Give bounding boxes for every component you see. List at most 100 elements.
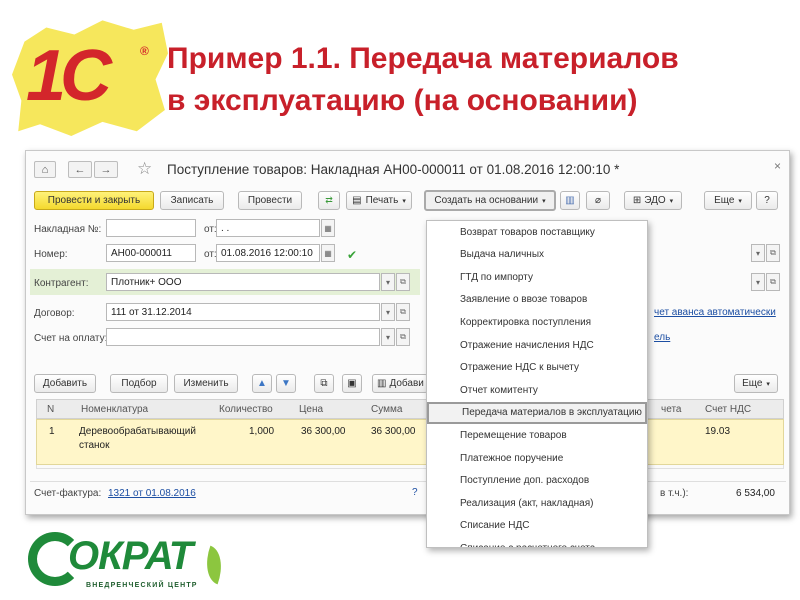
contract-field[interactable]: 111 от 31.12.2014	[106, 303, 380, 321]
table-more-button[interactable]: Еще ▾	[734, 374, 778, 393]
menu-item[interactable]: Платежное поручение	[427, 447, 647, 469]
sokrat-logo: ОКРАТ ВНЕДРЕНЧЕСКИЙ ЦЕНТР	[28, 528, 230, 596]
menu-item[interactable]: Реализация (акт, накладная)	[427, 492, 647, 514]
help-icon[interactable]: ?	[412, 487, 418, 498]
invoice-footer-label: Счет-фактура:	[34, 488, 102, 499]
payment-account-field[interactable]	[106, 328, 380, 346]
close-icon[interactable]: ×	[774, 159, 781, 173]
chevron-down-icon: ▾	[542, 197, 546, 205]
menu-item[interactable]: Заявление о ввозе товаров	[427, 289, 647, 311]
copy-icon[interactable]: ⧉	[314, 374, 334, 393]
row-item-line1: Деревообрабатывающий	[79, 426, 196, 437]
post-button[interactable]: Провести	[238, 191, 302, 210]
menu-item[interactable]: Перемещение товаров	[427, 424, 647, 446]
chevron-down-icon: ▾	[766, 380, 770, 388]
open-icon[interactable]: ⧉	[396, 273, 410, 291]
column-header-sum[interactable]: Сумма	[371, 404, 402, 415]
dropdown-icon[interactable]: ▾	[751, 244, 765, 262]
auto-advance-link[interactable]: чет аванса автоматически	[654, 307, 776, 318]
create-based-on-menu: Возврат товаров поставщику Выдача наличны…	[426, 220, 648, 548]
home-icon[interactable]: ⌂	[34, 161, 56, 178]
back-arrow-icon[interactable]: ←	[68, 161, 92, 178]
edo-label: ЭДО	[644, 195, 666, 206]
move-up-icon[interactable]: ▲	[252, 374, 272, 393]
menu-item[interactable]: Возврат товаров поставщику	[427, 221, 647, 243]
post-and-close-button[interactable]: Провести и закрыть	[34, 191, 154, 210]
logo-1c: 1С ®	[12, 18, 168, 136]
printer-icon: ▤	[352, 195, 362, 206]
menu-item[interactable]: Передача материалов в эксплуатацию	[427, 401, 647, 424]
menu-item[interactable]: ГТД по импорту	[427, 266, 647, 288]
table-row[interactable]: 1 Деревообрабатывающий станок 1,000 36 3…	[36, 419, 784, 465]
print-button[interactable]: ▤ Печать ▾	[346, 191, 412, 210]
invoice-number-field[interactable]	[106, 219, 196, 237]
edit-button[interactable]: Изменить	[174, 374, 238, 393]
column-header-account[interactable]: чета	[661, 404, 681, 415]
menu-item[interactable]: Отражение начисления НДС	[427, 334, 647, 356]
open-icon[interactable]: ⧉	[396, 303, 410, 321]
menu-item[interactable]: Поступление доп. расходов	[427, 470, 647, 492]
table-header: N Номенклатура Количество Цена Сумма чет…	[36, 399, 784, 419]
favorite-star-icon[interactable]: ☆	[137, 159, 152, 179]
invoice-footer-link[interactable]: 1321 от 01.08.2016	[108, 488, 196, 499]
dt-kt-icon[interactable]: ⇄	[318, 191, 340, 210]
column-header-vat-account[interactable]: Счет НДС	[705, 404, 751, 415]
window-title: Поступление товаров: Накладная АН00-0000…	[167, 162, 620, 177]
menu-item[interactable]: Отражение НДС к вычету	[427, 357, 647, 379]
registered-mark: ®	[140, 44, 149, 58]
column-header-item[interactable]: Номенклатура	[81, 404, 148, 415]
save-button[interactable]: Записать	[160, 191, 224, 210]
forward-arrow-icon[interactable]: →	[94, 161, 118, 178]
contractor-label: Контрагент:	[34, 278, 89, 289]
add-from-button[interactable]: ▥ Добави	[372, 374, 428, 393]
column-header-qty[interactable]: Количество	[219, 404, 273, 415]
vat-total-value: 6 534,00	[736, 488, 775, 499]
row-sum: 36 300,00	[371, 426, 416, 437]
payment-account-label: Счет на оплату:	[34, 333, 108, 344]
dropdown-icon[interactable]: ▾	[751, 273, 765, 291]
column-header-n[interactable]: N	[47, 404, 54, 415]
leaf-icon	[198, 545, 230, 585]
print-label: Печать	[365, 195, 399, 206]
title-line-1: Пример 1.1. Передача материалов	[167, 42, 679, 75]
help-button[interactable]: ?	[756, 191, 778, 210]
attachment-icon[interactable]: ⌀	[586, 191, 610, 210]
window-header: ⌂ ← → ☆ Поступление товаров: Накладная А…	[26, 151, 789, 187]
checkmark-icon: ✔	[347, 248, 358, 262]
contractor-field[interactable]: Плотник+ ООО	[106, 273, 380, 291]
report-icon[interactable]: ▥	[560, 191, 580, 210]
menu-item[interactable]: Выдача наличных	[427, 244, 647, 266]
open-icon[interactable]: ⧉	[766, 244, 780, 262]
calendar-icon[interactable]: ▦	[321, 219, 335, 237]
column-header-price[interactable]: Цена	[299, 404, 323, 415]
open-icon[interactable]: ⧉	[396, 328, 410, 346]
edo-button[interactable]: ⊞ ЭДО ▾	[624, 191, 682, 210]
dropdown-icon[interactable]: ▾	[381, 328, 395, 346]
add-row-button[interactable]: Добавить	[34, 374, 96, 393]
table-body	[36, 465, 784, 469]
paste-icon[interactable]: ▣	[342, 374, 362, 393]
menu-item[interactable]: Отчет комитенту	[427, 379, 647, 401]
row-qty: 1,000	[249, 426, 275, 437]
open-icon[interactable]: ⧉	[766, 273, 780, 291]
dropdown-icon[interactable]: ▾	[381, 273, 395, 291]
invoice-date-field[interactable]: . .	[216, 219, 320, 237]
move-down-icon[interactable]: ▼	[276, 374, 296, 393]
settings-link[interactable]: ель	[654, 332, 670, 343]
pick-button[interactable]: Подбор	[110, 374, 168, 393]
document-window: ⌂ ← → ☆ Поступление товаров: Накладная А…	[25, 150, 790, 515]
menu-item[interactable]: Списание с расчетного счета	[427, 537, 647, 547]
menu-item[interactable]: Корректировка поступления	[427, 311, 647, 333]
more-button[interactable]: Еще ▾	[704, 191, 752, 210]
dropdown-icon[interactable]: ▾	[381, 303, 395, 321]
row-number: 1	[49, 426, 55, 437]
menu-item[interactable]: Списание НДС	[427, 515, 647, 537]
sokrat-subtitle: ВНЕДРЕНЧЕСКИЙ ЦЕНТР	[86, 582, 198, 589]
add-from-label: Добави	[389, 378, 424, 389]
sokrat-word: ОКРАТ	[68, 534, 193, 578]
create-based-on-button[interactable]: Создать на основании ▾	[424, 190, 556, 211]
number-date-field[interactable]: 01.08.2016 12:00:10	[216, 244, 320, 262]
number-field[interactable]: АН00-000011	[106, 244, 196, 262]
number-date-label: от:	[204, 249, 217, 260]
calendar-icon[interactable]: ▦	[321, 244, 335, 262]
